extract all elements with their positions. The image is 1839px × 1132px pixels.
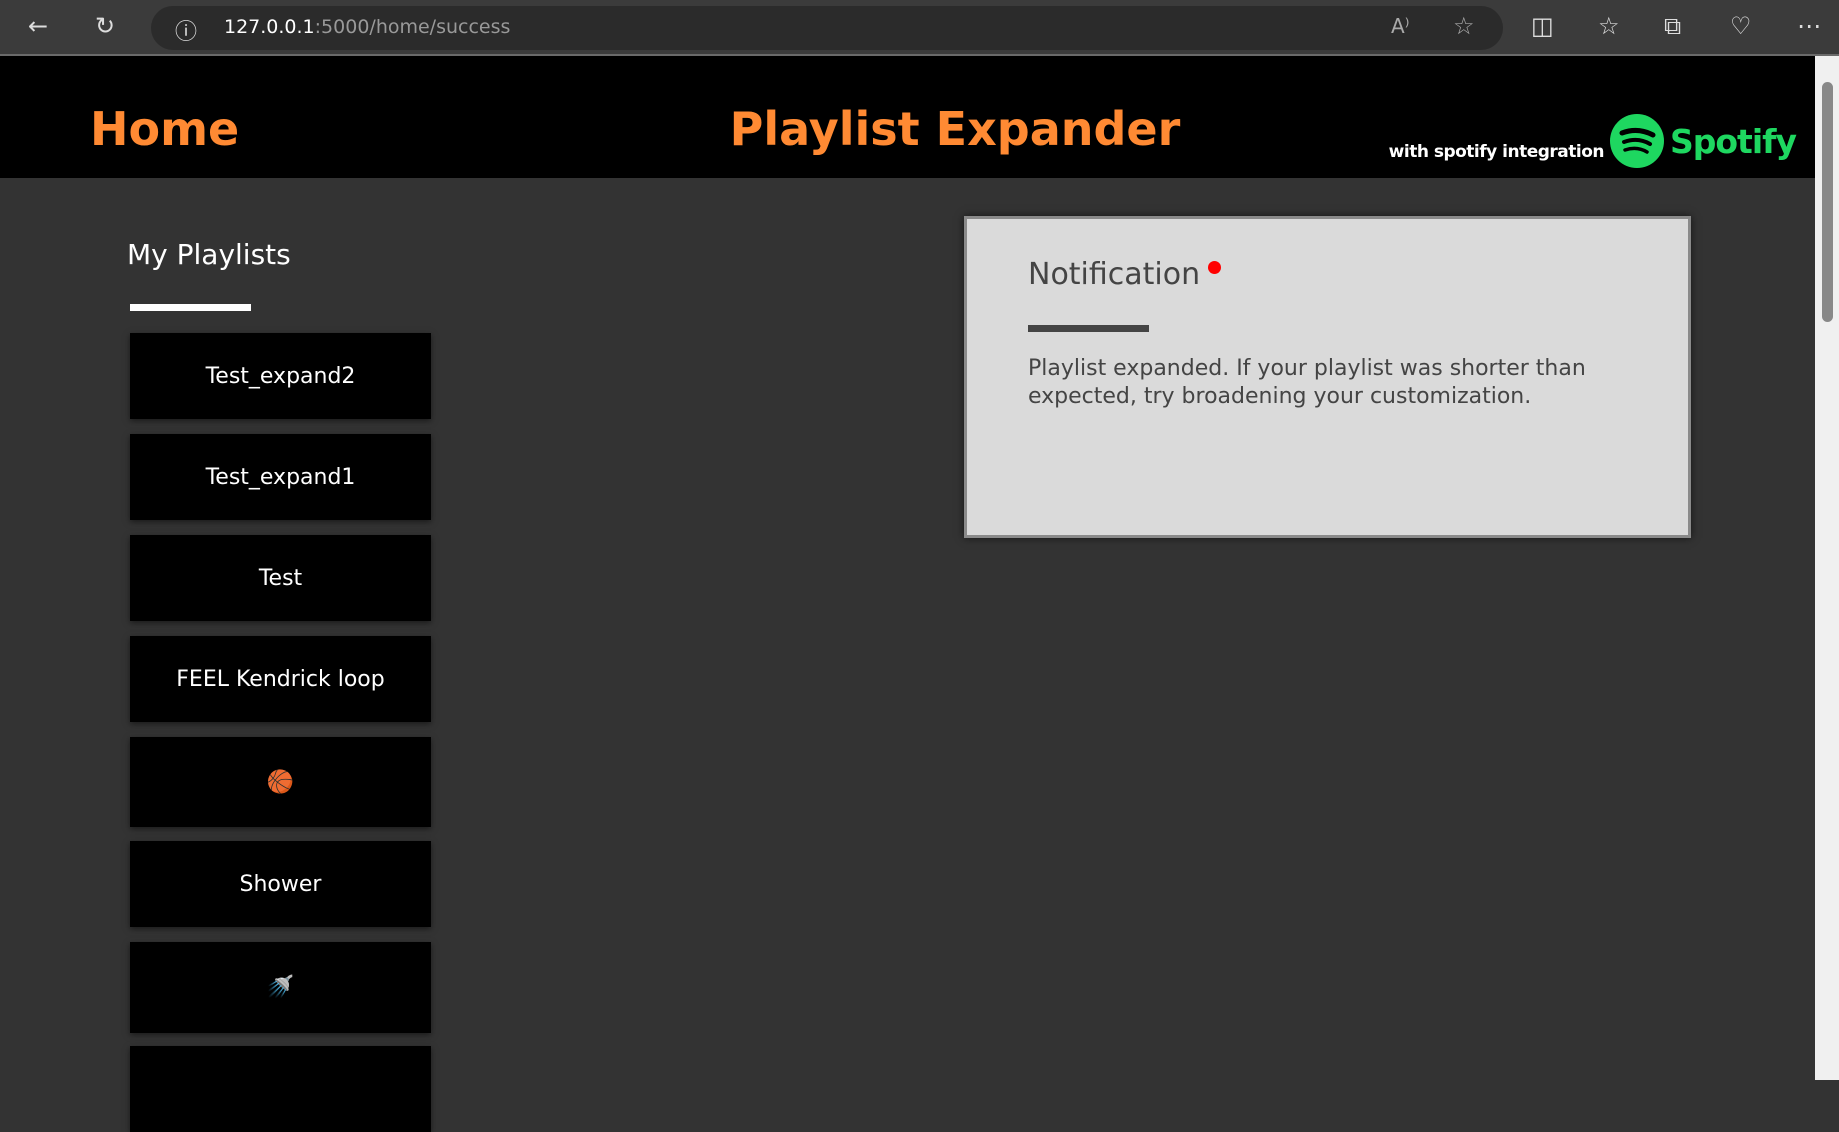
reload-icon[interactable]: ↻ <box>95 12 115 40</box>
playlist-card[interactable]: Test_expand2 <box>130 333 431 419</box>
scrollbar[interactable] <box>1815 56 1839 1080</box>
url-host: 127.0.0.1 <box>224 16 315 38</box>
info-icon[interactable]: ⓘ <box>175 14 197 46</box>
integration-label: with spotify integration <box>1388 142 1605 162</box>
playlist-card[interactable]: Shower <box>130 841 431 927</box>
notification-dot-icon <box>1208 261 1222 274</box>
favorites-icon[interactable]: ☆ <box>1598 12 1620 40</box>
read-aloud-icon[interactable]: A⁾ <box>1391 14 1410 38</box>
spotify-logo: Spotify <box>1610 114 1797 168</box>
notification-title: Notification <box>1028 257 1201 292</box>
heading-underline <box>130 304 251 311</box>
health-icon[interactable]: ♡ <box>1730 12 1752 40</box>
favorite-star-icon[interactable]: ☆ <box>1453 12 1475 40</box>
split-screen-icon[interactable]: ◫ <box>1531 12 1554 40</box>
playlist-card[interactable]: 🏀 <box>130 737 431 827</box>
notification-message: Playlist expanded. If your playlist was … <box>1028 356 1586 409</box>
playlist-card[interactable]: FEEL Kendrick loop <box>130 636 431 722</box>
playlist-card[interactable]: 🚿 <box>130 942 431 1033</box>
notification-divider <box>1028 325 1149 332</box>
playlist-card[interactable] <box>130 1046 431 1132</box>
spotify-wordmark: Spotify <box>1670 121 1797 161</box>
address-bar[interactable]: ⓘ 127.0.0.1:5000/home/success A⁾ ☆ <box>151 6 1503 50</box>
back-icon[interactable]: ← <box>28 12 48 40</box>
browser-toolbar: ← ↻ ⓘ 127.0.0.1:5000/home/success A⁾ ☆ ◫… <box>0 0 1839 56</box>
collections-icon[interactable]: ⧉ <box>1664 12 1681 40</box>
more-icon[interactable]: ⋯ <box>1797 12 1821 40</box>
scrollbar-thumb[interactable] <box>1822 82 1833 322</box>
spotify-icon <box>1610 114 1664 168</box>
playlist-card[interactable]: Test <box>130 535 431 621</box>
site-header: Home Playlist Expander with spotify inte… <box>0 56 1815 178</box>
notification-panel: Notification Playlist expanded. If your … <box>964 216 1691 538</box>
playlists-heading: My Playlists <box>127 238 291 271</box>
playlist-card[interactable]: Test_expand1 <box>130 434 431 520</box>
url-path: :5000/home/success <box>314 16 511 38</box>
